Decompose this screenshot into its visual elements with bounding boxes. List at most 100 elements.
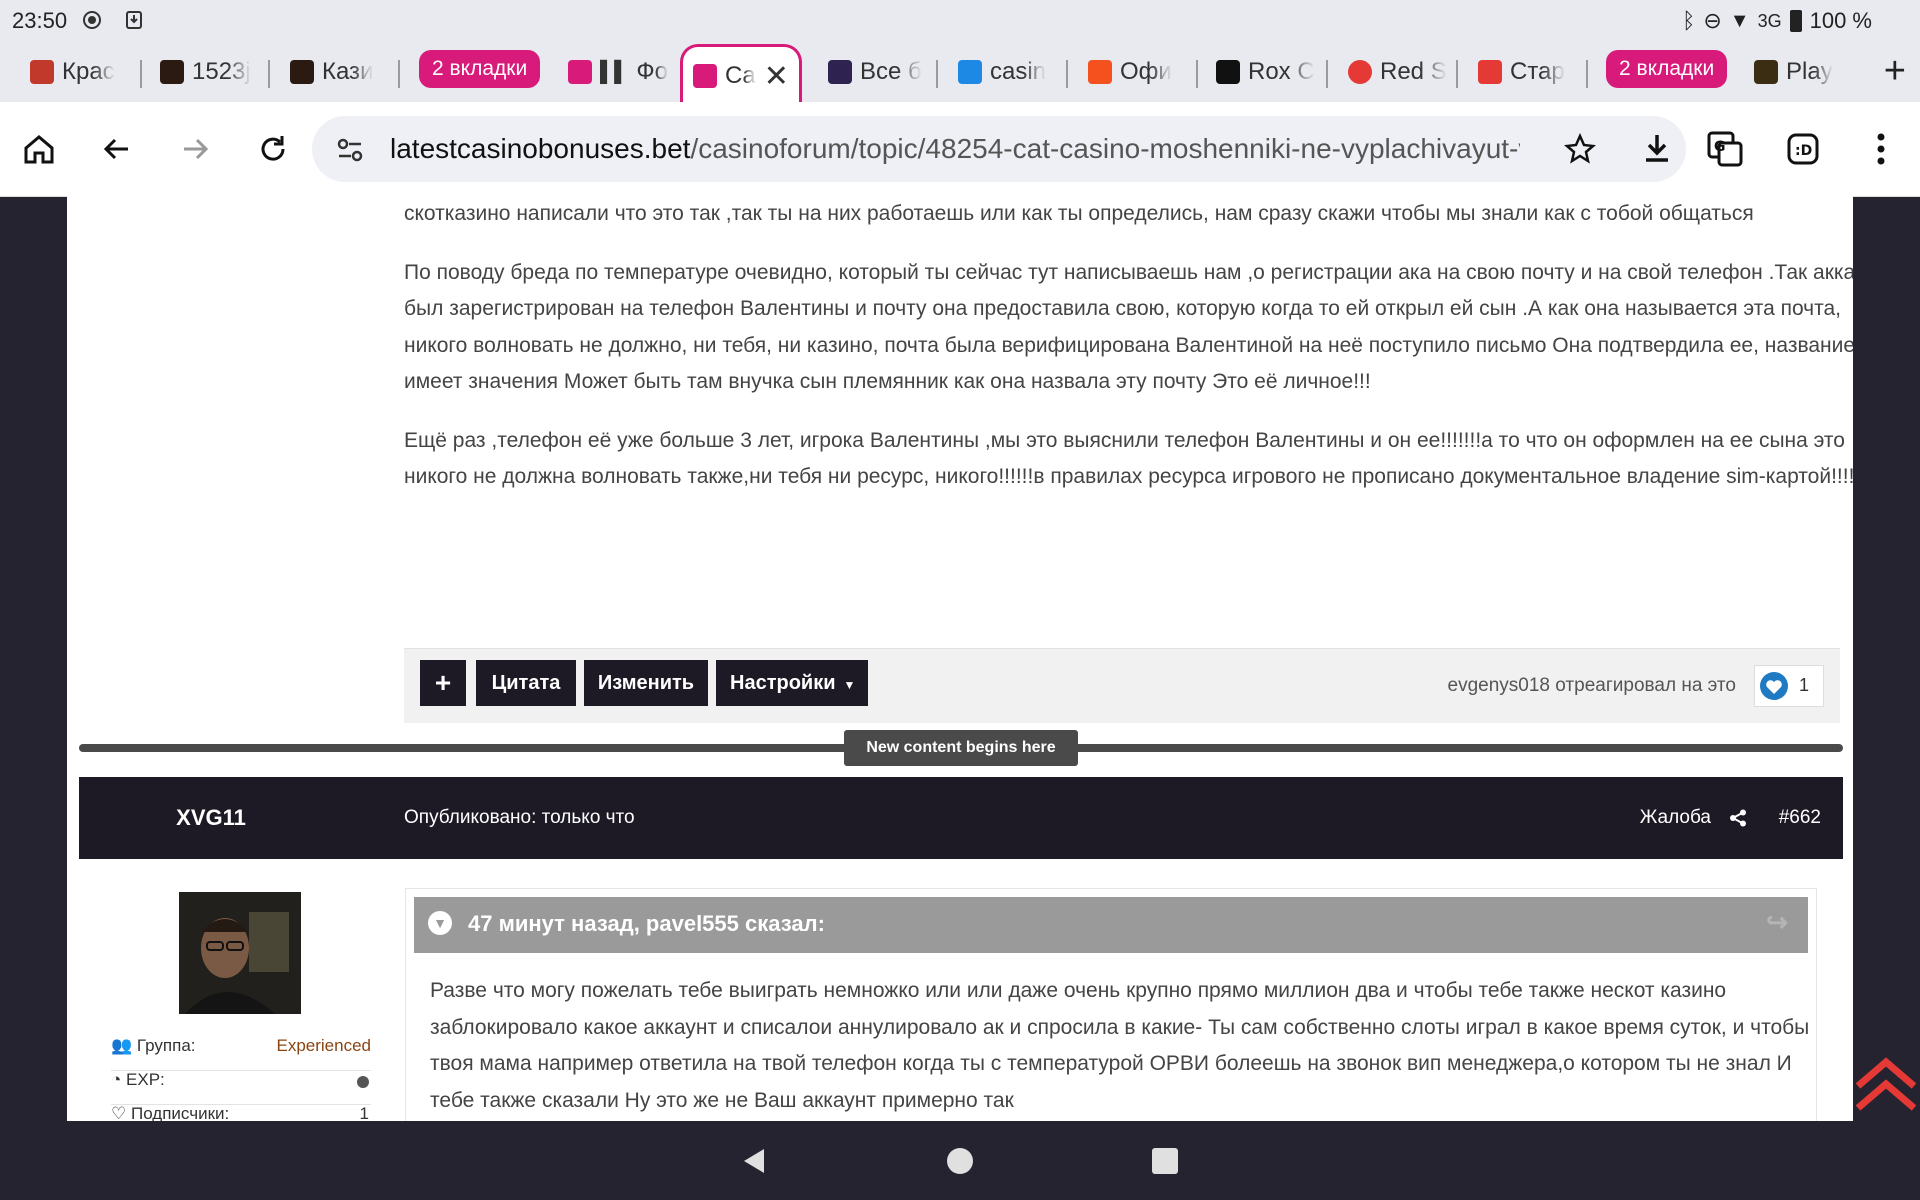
page-content: скотказино написали что это так ,так ты … xyxy=(67,196,1853,1121)
close-tab-icon[interactable]: ✕ xyxy=(764,59,789,94)
nav-recents-icon[interactable] xyxy=(1152,1148,1178,1174)
reaction-summary[interactable]: evgenys018 отреагировал на это xyxy=(1448,675,1736,697)
heart-icon xyxy=(1760,672,1788,700)
back-button[interactable] xyxy=(94,126,140,172)
post-body: скотказино написали что это так ,так ты … xyxy=(404,196,1853,496)
info-icon-exp: ◔ xyxy=(111,1070,122,1089)
tab-active[interactable]: Ca ✕ xyxy=(680,44,802,105)
tab-favicon xyxy=(1216,60,1240,84)
tab-favicon xyxy=(568,60,592,84)
browser-toolbar: latestcasinobonuses.bet/casinoforum/topi… xyxy=(0,102,1920,197)
post-paragraph: Ещё раз ,телефон её уже больше 3 лет, иг… xyxy=(404,428,1853,489)
tab-favicon xyxy=(1088,60,1112,84)
quote-block: ▼ 47 минут назад, pavel555 сказал: ↪ Раз… xyxy=(405,888,1817,1121)
reaction-button[interactable]: 1 xyxy=(1754,665,1824,707)
address-bar[interactable]: latestcasinobonuses.bet/casinoforum/topi… xyxy=(312,116,1686,182)
download-icon[interactable] xyxy=(1640,131,1674,165)
new-content-label: New content begins here xyxy=(844,730,1078,766)
quote-link-icon[interactable]: ↪ xyxy=(1766,907,1788,938)
avatar-photo xyxy=(179,892,301,1014)
settings-button[interactable]: Настройки ▼ xyxy=(716,660,868,706)
quote-header[interactable]: ▼ 47 минут назад, pavel555 сказал: ↪ xyxy=(414,897,1808,953)
extension-button[interactable]: :D xyxy=(1780,126,1826,172)
tab-favicon xyxy=(1348,60,1372,84)
post-header: XVG11 Опубликовано: только что Жалоба #6… xyxy=(79,777,1843,859)
quote-button[interactable]: Цитата xyxy=(476,660,576,706)
nav-home-icon[interactable] xyxy=(946,1147,974,1175)
download-status-icon xyxy=(126,11,142,29)
new-tab-button[interactable]: + xyxy=(1884,50,1906,93)
tab-favicon xyxy=(30,60,54,84)
tab-favicon xyxy=(290,60,314,84)
post-number[interactable]: #662 xyxy=(1779,807,1821,829)
tab-12[interactable]: Play xyxy=(1754,50,1833,94)
translate-icon: G xyxy=(1707,131,1743,167)
wifi-icon: ▼ xyxy=(1729,9,1750,32)
bluetooth-icon: ᛒ xyxy=(1682,8,1696,33)
tab-favicon xyxy=(160,60,184,84)
svg-text::D: :D xyxy=(1795,143,1812,159)
group-value: Experienced xyxy=(276,1036,371,1055)
tab-7[interactable]: casin xyxy=(958,50,1046,94)
edit-button[interactable]: Изменить xyxy=(584,660,708,706)
reload-icon xyxy=(261,136,285,161)
info-exp: ◔ EXP: xyxy=(111,1070,371,1105)
nav-back-icon[interactable] xyxy=(740,1147,768,1175)
tab-6[interactable]: Все б xyxy=(828,50,922,94)
multiquote-button[interactable]: + xyxy=(420,660,466,706)
forward-button[interactable] xyxy=(172,126,218,172)
post-date[interactable]: Опубликовано: только что xyxy=(404,807,635,829)
home-icon xyxy=(24,135,54,164)
more-vert-icon xyxy=(1877,133,1885,165)
record-icon xyxy=(83,11,101,29)
tab-group-2[interactable]: 2 вкладки xyxy=(1606,50,1728,88)
post-actions: + Цитата Изменить Настройки ▼ evgenys018 … xyxy=(404,648,1840,723)
system-nav-bar xyxy=(0,1121,1920,1200)
tab-favicon xyxy=(958,60,982,84)
reaction-count: 1 xyxy=(1799,675,1810,695)
menu-button[interactable] xyxy=(1858,126,1904,172)
tab-favicon xyxy=(1478,60,1502,84)
bookmark-star-icon[interactable] xyxy=(1564,133,1596,165)
avatar[interactable] xyxy=(179,892,301,1014)
battery-level: 100 % xyxy=(1809,8,1872,33)
tab-favicon xyxy=(1754,60,1778,84)
info-icon-group: 👥 xyxy=(111,1036,133,1055)
tab-8[interactable]: Офи xyxy=(1088,50,1172,94)
dnd-icon: ⊖ xyxy=(1703,8,1722,33)
chevron-down-icon[interactable]: ▼ xyxy=(428,911,452,935)
scroll-top-icon[interactable] xyxy=(1854,1056,1918,1112)
home-button[interactable] xyxy=(16,126,62,172)
site-settings-icon[interactable] xyxy=(336,136,364,164)
tab-9[interactable]: Rox C xyxy=(1216,50,1315,94)
info-followers: ♡ Подписчики: 1 xyxy=(111,1104,371,1121)
tab-11[interactable]: Стар xyxy=(1478,50,1565,94)
tab-4[interactable]: ▌▌ Фо xyxy=(568,50,668,94)
post-paragraph: По поводу бреда по температуре очевидно,… xyxy=(404,260,1853,394)
tab-10[interactable]: Red S xyxy=(1348,50,1447,94)
tab-favicon xyxy=(693,64,717,88)
report-link[interactable]: Жалоба xyxy=(1640,807,1711,829)
tab-3[interactable]: Кази xyxy=(290,50,373,94)
status-bar: 23:50 ᛒ ⊖ ▼ 3G 100 % xyxy=(0,0,1920,40)
exp-dot-icon xyxy=(357,1076,369,1088)
status-time: 23:50 xyxy=(12,8,68,33)
share-icon[interactable] xyxy=(1729,809,1747,827)
svg-text:G: G xyxy=(1714,139,1726,155)
tab-1[interactable]: Крас xyxy=(30,50,115,94)
quote-text: Разве что могу пожелать тебе выиграть не… xyxy=(430,979,1810,1112)
post-author[interactable]: XVG11 xyxy=(79,805,343,831)
forward-arrow-icon xyxy=(184,138,209,160)
battery-icon xyxy=(1789,10,1802,32)
network-type: 3G xyxy=(1757,10,1782,31)
back-arrow-icon xyxy=(103,138,128,160)
tab-group-1[interactable]: 2 вкладки xyxy=(419,50,541,88)
post-paragraph: скотказино написали что это так ,так ты … xyxy=(404,202,1754,225)
reload-button[interactable] xyxy=(250,126,296,172)
info-group: 👥 Группа: Experienced xyxy=(111,1036,371,1071)
caret-down-icon: ▼ xyxy=(843,678,856,692)
tab-2[interactable]: 1523j xyxy=(160,50,251,94)
url-text: latestcasinobonuses.bet/casinoforum/topi… xyxy=(390,133,1520,164)
translate-button[interactable]: G xyxy=(1702,126,1748,172)
tab-favicon xyxy=(828,60,852,84)
